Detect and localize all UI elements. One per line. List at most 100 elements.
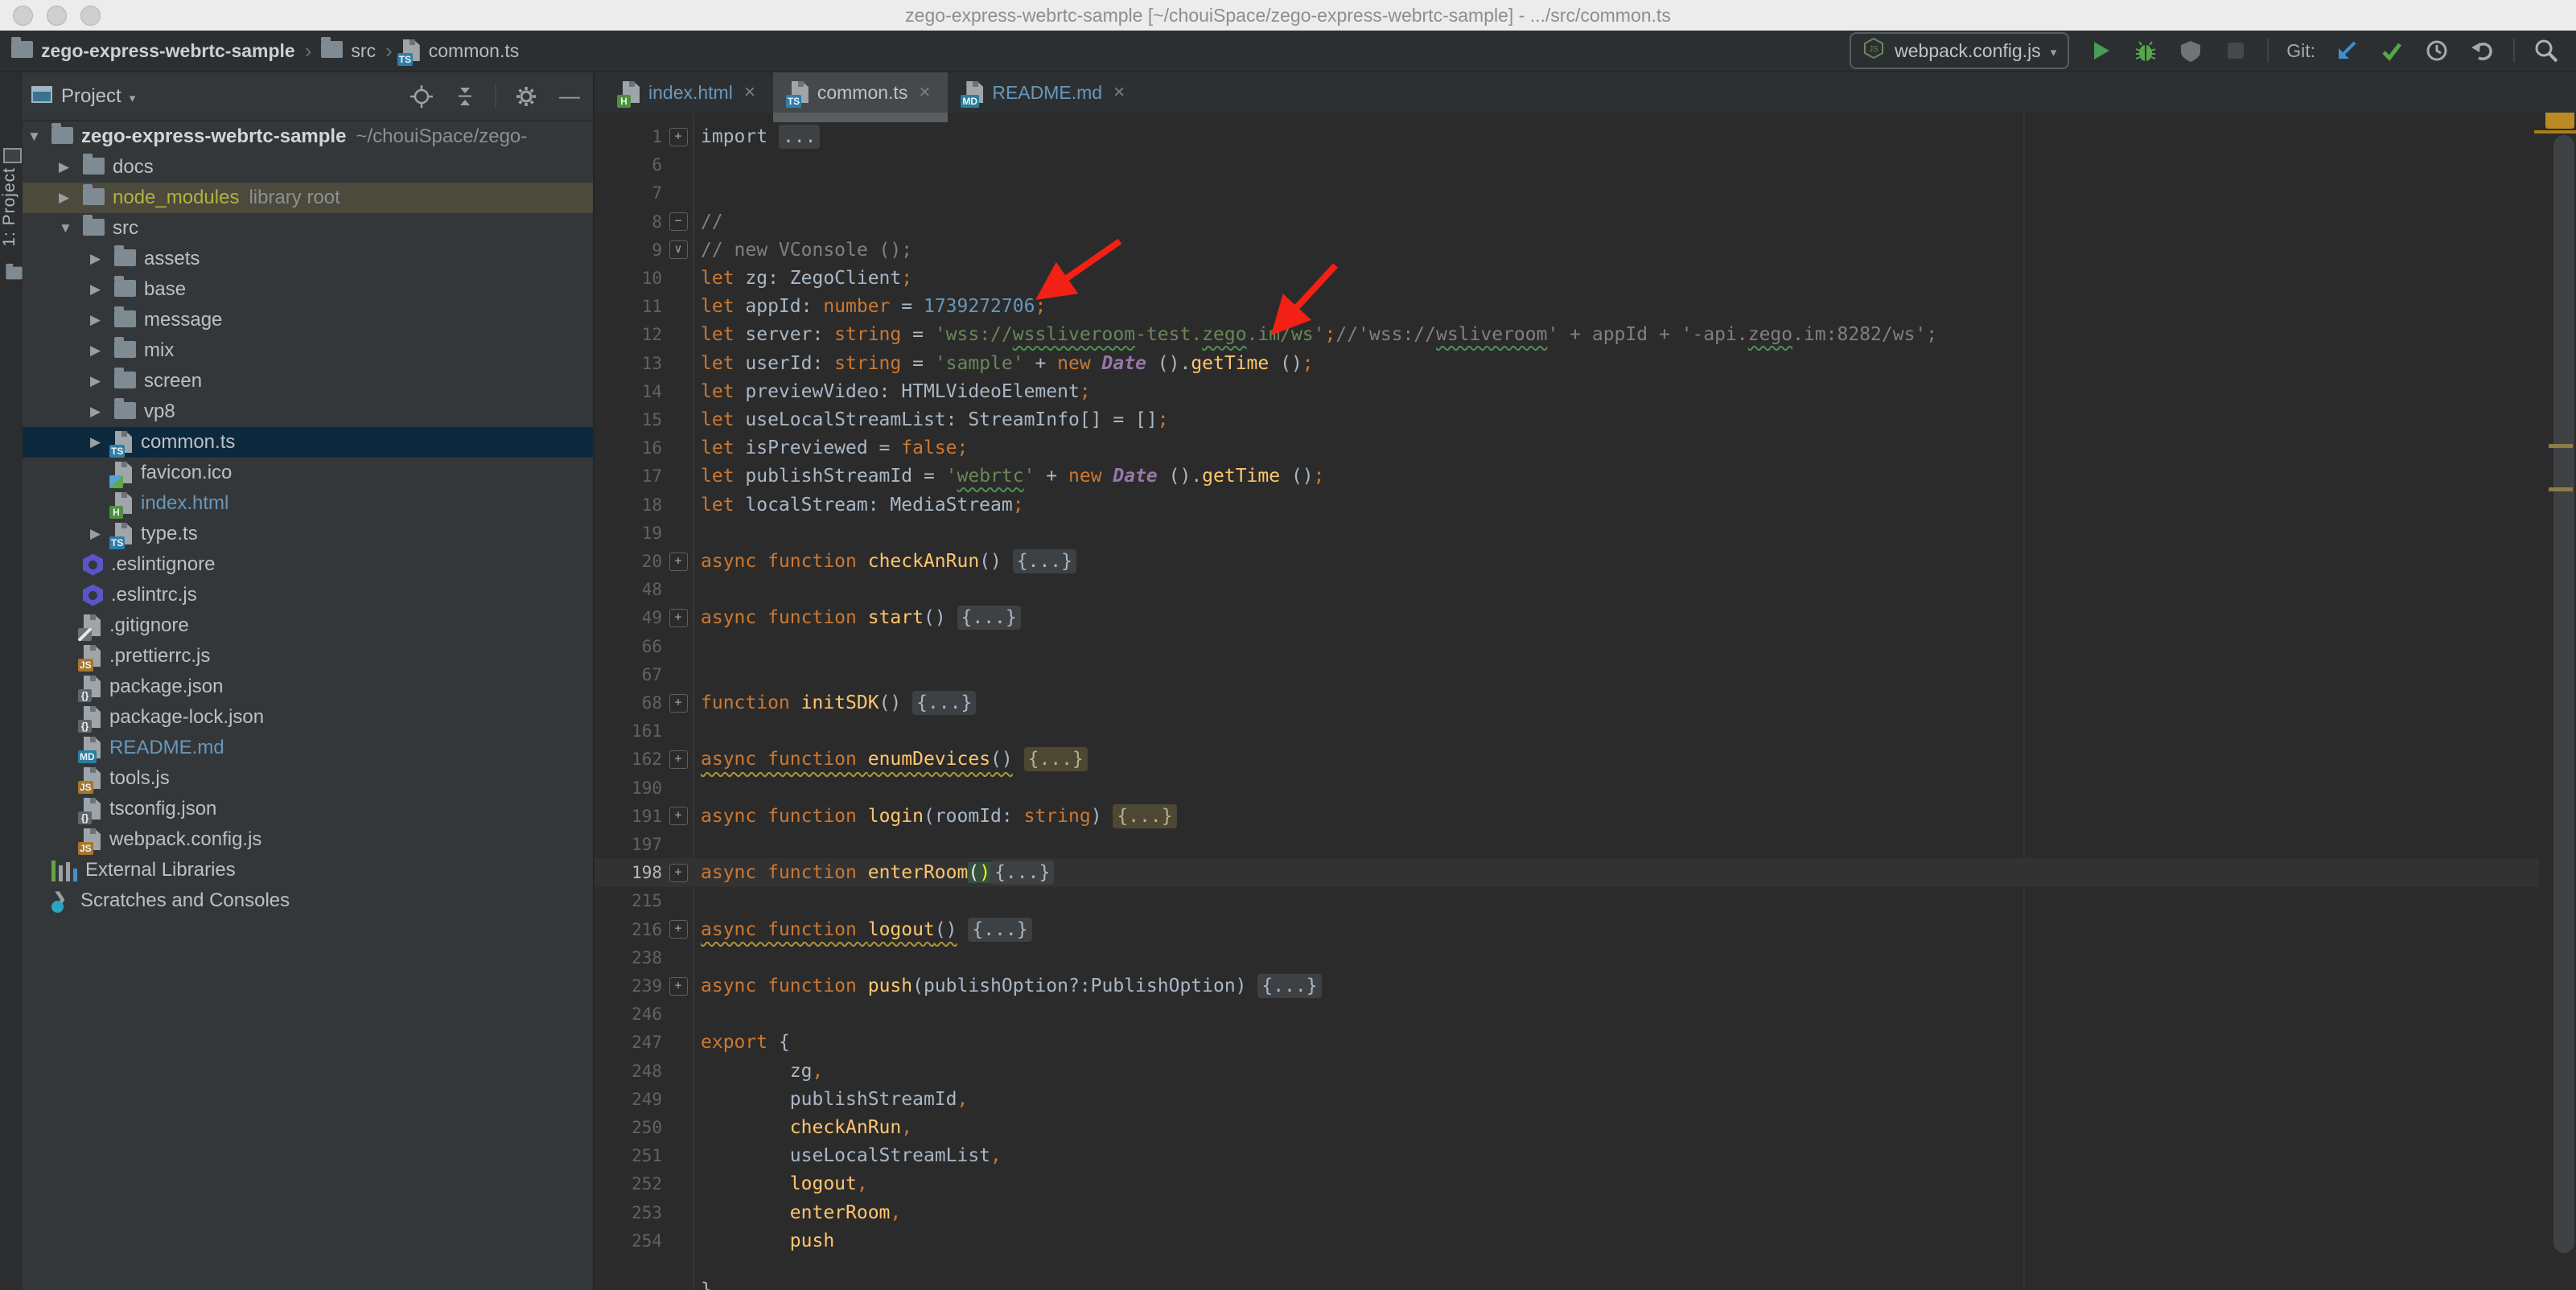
code-line-text[interactable]: let useLocalStreamList: StreamInfo[] = [… <box>701 405 1169 434</box>
tree-item-eslintrc-js[interactable]: .eslintrc.js <box>23 580 593 610</box>
code-line-text[interactable]: push <box>701 1226 834 1255</box>
fold-expand-icon[interactable]: + <box>669 694 688 713</box>
code-line-16[interactable]: 16 let isPreviewed = false; <box>595 433 2539 462</box>
code-line-239[interactable]: 239+async function push(publishOption?:P… <box>595 972 2539 1000</box>
code-line-text[interactable]: publishStreamId, <box>701 1085 968 1114</box>
project-panel-title[interactable]: Project <box>61 85 121 108</box>
collapse-all-icon[interactable] <box>451 83 479 110</box>
line-number[interactable]: 249 <box>595 1090 662 1109</box>
code-line-text[interactable]: async function enumDevices() {...} <box>701 745 1088 774</box>
line-number[interactable]: 67 <box>595 665 662 684</box>
code-line-216[interactable]: 216+async function logout() {...} <box>595 915 2539 944</box>
code-line-14[interactable]: 14let previewVideo: HTMLVideoElement; <box>595 377 2539 406</box>
code-line-13[interactable]: 13let userId: string = 'sample' + new Da… <box>595 349 2539 378</box>
code-line-190[interactable]: 190 <box>595 774 2539 803</box>
code-line-text[interactable]: checkAnRun, <box>701 1113 912 1142</box>
code-line-text[interactable]: async function checkAnRun() {...} <box>701 547 1076 576</box>
tree-item-assets[interactable]: ▶assets <box>23 244 593 274</box>
line-number[interactable]: 48 <box>595 580 662 599</box>
code-line-67[interactable]: 67 <box>595 660 2539 689</box>
code-line-12[interactable]: 12let server: string = 'wss://wssliveroo… <box>595 320 2539 349</box>
code-line-text[interactable]: // new VConsole (); <box>701 236 912 265</box>
close-tab-icon[interactable]: × <box>1113 81 1125 104</box>
code-line-215[interactable]: 215 <box>595 886 2539 915</box>
code-line-text[interactable]: let isPreviewed = false; <box>701 433 968 462</box>
run-configuration-select[interactable]: JS webpack.config.js ▾ <box>1850 32 2069 69</box>
code-line-15[interactable]: 15 let useLocalStreamList: StreamInfo[] =… <box>595 405 2539 434</box>
close-tab-icon[interactable]: × <box>744 81 755 104</box>
tree-item-vp8[interactable]: ▶vp8 <box>23 396 593 427</box>
folded-region[interactable]: {...} <box>1013 549 1076 573</box>
breadcrumb-item-common.ts[interactable]: TScommon.ts <box>402 39 519 62</box>
code-line-252[interactable]: 252 logout, <box>595 1169 2539 1198</box>
tree-item-tsconfig-json[interactable]: {}tsconfig.json <box>23 794 593 824</box>
line-number[interactable]: 254 <box>595 1231 662 1251</box>
code-line-20[interactable]: 20+async function checkAnRun() {...} <box>595 547 2539 576</box>
code-line-text[interactable]: // <box>701 207 723 236</box>
code-line-bottom[interactable]: } <box>595 1276 2539 1290</box>
line-number[interactable]: 16 <box>595 438 662 458</box>
code-line-10[interactable]: 10let zg: ZegoClient; <box>595 264 2539 293</box>
code-line-text[interactable]: let userId: string = 'sample' + new Date… <box>701 349 1314 378</box>
run-button[interactable] <box>2087 37 2114 64</box>
chevron-collapsed-icon[interactable]: ▶ <box>90 312 114 328</box>
scrollbar-thumb[interactable] <box>2553 135 2574 1253</box>
line-number[interactable]: 250 <box>595 1118 662 1137</box>
line-number[interactable]: 253 <box>595 1203 662 1222</box>
tree-item-gitignore[interactable]: .gitignore <box>23 610 593 641</box>
git-update-button[interactable] <box>2333 37 2360 64</box>
code-line-66[interactable]: 66 <box>595 632 2539 661</box>
line-number[interactable]: 190 <box>595 779 662 798</box>
tree-item-node-modules[interactable]: ▶node_moduleslibrary root <box>23 183 593 213</box>
folded-region[interactable]: {...} <box>1257 974 1321 998</box>
line-number[interactable]: 19 <box>595 524 662 543</box>
git-commit-button[interactable] <box>2378 37 2405 64</box>
line-number[interactable]: 7 <box>595 183 662 203</box>
tree-item-base[interactable]: ▶base <box>23 274 593 305</box>
code-line-19[interactable]: 19 <box>595 519 2539 548</box>
inspections-indicator[interactable] <box>2545 113 2574 129</box>
minimize-window-icon[interactable] <box>47 6 67 26</box>
code-line-text[interactable]: enterRoom, <box>701 1198 901 1227</box>
code-line-text[interactable]: let zg: ZegoClient; <box>701 264 912 293</box>
code-line-6[interactable]: 6 <box>595 150 2539 179</box>
line-number[interactable]: 161 <box>595 721 662 741</box>
fold-expand-icon[interactable]: + <box>669 807 688 825</box>
code-line-text[interactable]: async function login(roomId: string) {..… <box>701 802 1177 831</box>
code-line-7[interactable]: 7 <box>595 179 2539 207</box>
code-line-9[interactable]: 9∨// new VConsole (); <box>595 236 2539 265</box>
tree-item-prettierrc-js[interactable]: JS.prettierrc.js <box>23 641 593 672</box>
close-tab-icon[interactable]: × <box>919 81 930 104</box>
line-number[interactable]: 246 <box>595 1004 662 1024</box>
code-line-text[interactable]: } <box>701 1276 712 1290</box>
rollback-button[interactable] <box>2468 37 2496 64</box>
chevron-collapsed-icon[interactable]: ▶ <box>59 159 83 175</box>
line-number[interactable]: 17 <box>595 466 662 486</box>
fold-expand-icon[interactable]: + <box>669 864 688 882</box>
fold-expand-icon[interactable]: + <box>669 609 688 627</box>
locate-file-icon[interactable] <box>408 83 435 110</box>
line-number[interactable]: 11 <box>595 297 662 316</box>
fold-expand-icon[interactable]: + <box>669 920 688 939</box>
code-line-text[interactable]: async function enterRoom(){...} <box>701 858 1054 887</box>
debug-button[interactable] <box>2132 37 2159 64</box>
code-line-17[interactable]: 17let publishStreamId = 'webrtc' + new D… <box>595 462 2539 491</box>
fold-end-icon[interactable]: ∨ <box>669 240 688 259</box>
search-everywhere-icon[interactable] <box>2533 37 2560 64</box>
folded-region[interactable]: {...} <box>1113 804 1176 828</box>
code-line-text[interactable]: zg, <box>701 1057 823 1086</box>
tab-common-ts[interactable]: TScommon.ts× <box>773 72 949 113</box>
code-line-text[interactable]: function initSDK() {...} <box>701 688 976 717</box>
line-number[interactable]: 18 <box>595 495 662 515</box>
line-number[interactable]: 216 <box>595 920 662 939</box>
code-line-254[interactable]: 254 push <box>595 1226 2539 1255</box>
code-line-8[interactable]: 8−// <box>595 207 2539 236</box>
folded-region[interactable]: {...} <box>1024 747 1088 771</box>
code-line-191[interactable]: 191+async function login(roomId: string)… <box>595 802 2539 831</box>
code-line-18[interactable]: 18let localStream: MediaStream; <box>595 491 2539 520</box>
chevron-collapsed-icon[interactable]: ▶ <box>90 281 114 298</box>
code-editor[interactable]: 1+import ...678−//9∨// new VConsole ();1… <box>595 113 2576 1290</box>
line-number[interactable]: 215 <box>595 891 662 910</box>
project-tool-window-button[interactable]: 1: Project <box>0 167 23 247</box>
line-number[interactable]: 15 <box>595 410 662 429</box>
